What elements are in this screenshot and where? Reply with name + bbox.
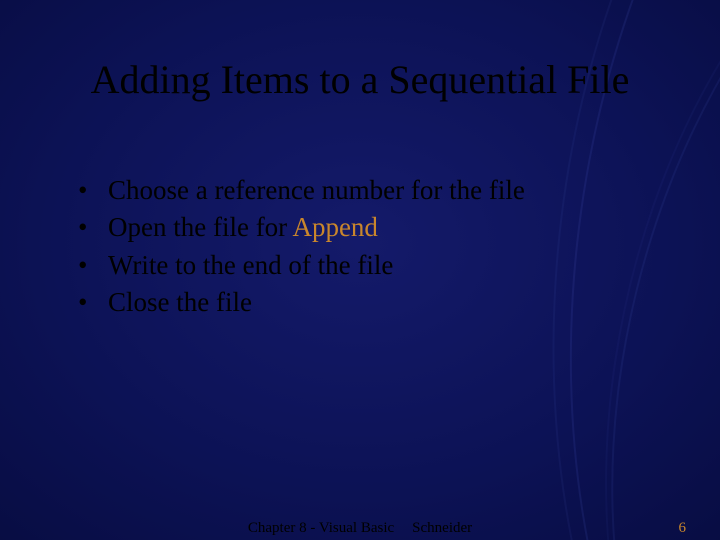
bullet-text-pre: Write to the end of the file — [108, 250, 393, 280]
bullet-text-pre: Open the file for — [108, 212, 292, 242]
list-item: • Close the file — [78, 284, 638, 321]
bullet-text-pre: Close the file — [108, 287, 252, 317]
bullet-icon: • — [78, 172, 108, 209]
footer-center: Chapter 8 - Visual Basic Schneider — [0, 520, 720, 537]
footer-author: Schneider — [412, 520, 472, 536]
slide: Adding Items to a Sequential File • Choo… — [0, 0, 720, 540]
bullet-text-pre: Choose a reference number for the file — [108, 175, 525, 205]
bullet-text-emph: Append — [292, 212, 377, 242]
bullet-list: • Choose a reference number for the file… — [78, 172, 638, 321]
footer-page-number: 6 — [679, 520, 687, 537]
list-item: • Open the file for Append — [78, 209, 638, 246]
bullet-text: Open the file for Append — [108, 209, 378, 246]
footer-chapter: Chapter 8 - Visual Basic — [248, 520, 394, 536]
bullet-text: Choose a reference number for the file — [108, 172, 525, 209]
bullet-icon: • — [78, 247, 108, 284]
slide-title: Adding Items to a Sequential File — [0, 56, 720, 103]
bullet-text: Close the file — [108, 284, 252, 321]
bullet-text: Write to the end of the file — [108, 247, 393, 284]
bullet-icon: • — [78, 209, 108, 246]
list-item: • Choose a reference number for the file — [78, 172, 638, 209]
bullet-icon: • — [78, 284, 108, 321]
list-item: • Write to the end of the file — [78, 247, 638, 284]
